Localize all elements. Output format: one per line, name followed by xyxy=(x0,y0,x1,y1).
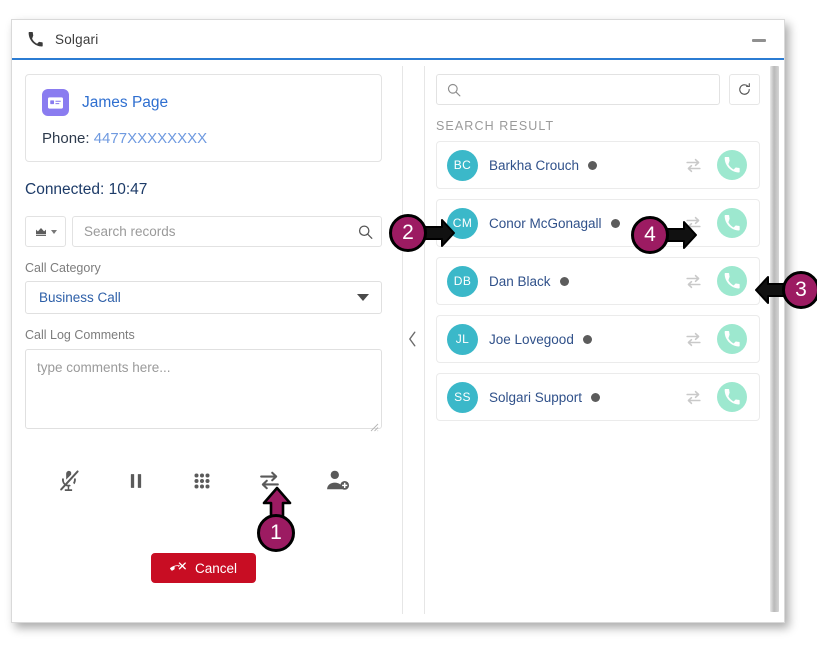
search-records-input[interactable] xyxy=(73,217,381,246)
directory-panel: SEARCH RESULT BC Barkha Crouch xyxy=(430,60,784,622)
table-row[interactable]: DB Dan Black xyxy=(436,257,760,305)
status-badge xyxy=(591,393,600,402)
contact-name: Joe Lovegood xyxy=(489,332,574,347)
call-category-value: Business Call xyxy=(39,290,121,305)
avatar: SS xyxy=(447,382,478,413)
contact-card-icon xyxy=(42,89,69,116)
window-titlebar: Solgari xyxy=(12,20,784,60)
contact-card: James Page Phone: 4477XXXXXXXX xyxy=(25,74,382,162)
call-category-select[interactable]: Business Call xyxy=(25,281,382,314)
divider-line-right xyxy=(424,66,425,614)
call-icon[interactable] xyxy=(717,382,747,412)
contact-name[interactable]: James Page xyxy=(82,94,168,112)
contact-name: Conor McGonagall xyxy=(489,216,602,231)
call-log-comments-label: Call Log Comments xyxy=(25,328,394,342)
status-badge xyxy=(611,219,620,228)
contact-phone-line: Phone: 4477XXXXXXXX xyxy=(42,130,365,147)
annotation-badge-1: 1 xyxy=(257,514,295,552)
call-icon[interactable] xyxy=(717,150,747,180)
search-icon xyxy=(447,83,461,97)
avatar: BC xyxy=(447,150,478,181)
screenshot-root: Solgari Ja xyxy=(0,0,817,651)
add-person-icon[interactable] xyxy=(325,468,350,493)
search-results-list: BC Barkha Crouch xyxy=(436,141,784,421)
record-search-field[interactable] xyxy=(72,216,382,247)
connected-status: Connected: 10:47 xyxy=(25,181,394,199)
transfer-icon[interactable] xyxy=(684,272,703,291)
contact-header: James Page xyxy=(42,89,365,116)
contact-name: Solgari Support xyxy=(489,390,582,405)
cancel-button-label: Cancel xyxy=(195,561,237,576)
transfer-icon[interactable] xyxy=(684,156,703,175)
chevron-left-icon[interactable] xyxy=(405,325,420,358)
phone-icon xyxy=(28,32,43,47)
search-result-label: SEARCH RESULT xyxy=(436,119,784,133)
table-row[interactable]: BC Barkha Crouch xyxy=(436,141,760,189)
call-icon[interactable] xyxy=(717,324,747,354)
solgari-window: Solgari Ja xyxy=(11,19,785,623)
transfer-icon[interactable] xyxy=(684,330,703,349)
contact-phone-label: Phone: xyxy=(42,130,90,147)
cancel-button[interactable]: Cancel xyxy=(151,553,256,583)
contact-name: Dan Black xyxy=(489,274,551,289)
refresh-icon[interactable] xyxy=(729,74,760,105)
status-badge xyxy=(588,161,597,170)
directory-search-input[interactable] xyxy=(469,81,709,98)
mute-icon[interactable] xyxy=(57,468,82,493)
table-row[interactable]: JL Joe Lovegood xyxy=(436,315,760,363)
crown-filter-icon[interactable] xyxy=(25,216,66,247)
directory-scrollbar[interactable] xyxy=(770,66,779,612)
annotation-badge-4: 4 xyxy=(631,216,669,254)
minimize-button[interactable] xyxy=(752,39,766,42)
table-row[interactable]: CM Conor McGonagall xyxy=(436,199,760,247)
status-badge xyxy=(560,277,569,286)
call-log-wrapper xyxy=(25,342,382,434)
chevron-down-icon xyxy=(51,230,57,234)
call-category-label: Call Category xyxy=(25,261,394,275)
call-panel: James Page Phone: 4477XXXXXXXX Connected… xyxy=(12,60,394,622)
pause-icon[interactable] xyxy=(125,470,147,492)
call-icon[interactable] xyxy=(717,266,747,296)
table-row[interactable]: SS Solgari Support xyxy=(436,373,760,421)
call-icon[interactable] xyxy=(717,208,747,238)
directory-search-row xyxy=(436,74,784,105)
contact-phone-number: 4477XXXXXXXX xyxy=(94,130,207,147)
chevron-down-icon xyxy=(357,294,369,301)
avatar: JL xyxy=(447,324,478,355)
window-title: Solgari xyxy=(55,32,98,47)
annotation-badge-2: 2 xyxy=(389,214,427,252)
directory-search-field[interactable] xyxy=(436,74,720,105)
avatar: DB xyxy=(447,266,478,297)
window-body: James Page Phone: 4477XXXXXXXX Connected… xyxy=(12,60,784,622)
dialpad-icon[interactable] xyxy=(191,470,213,492)
transfer-icon[interactable] xyxy=(684,388,703,407)
search-icon[interactable] xyxy=(358,224,373,239)
status-badge xyxy=(583,335,592,344)
hangup-icon xyxy=(170,560,186,576)
divider-line-left xyxy=(402,66,403,614)
contact-name: Barkha Crouch xyxy=(489,158,579,173)
annotation-badge-3: 3 xyxy=(782,271,817,309)
call-controls xyxy=(25,468,382,493)
call-log-comments-input[interactable] xyxy=(25,349,382,429)
cancel-button-wrapper: Cancel xyxy=(25,553,382,583)
record-search-row xyxy=(25,216,382,247)
panel-divider xyxy=(394,60,430,622)
